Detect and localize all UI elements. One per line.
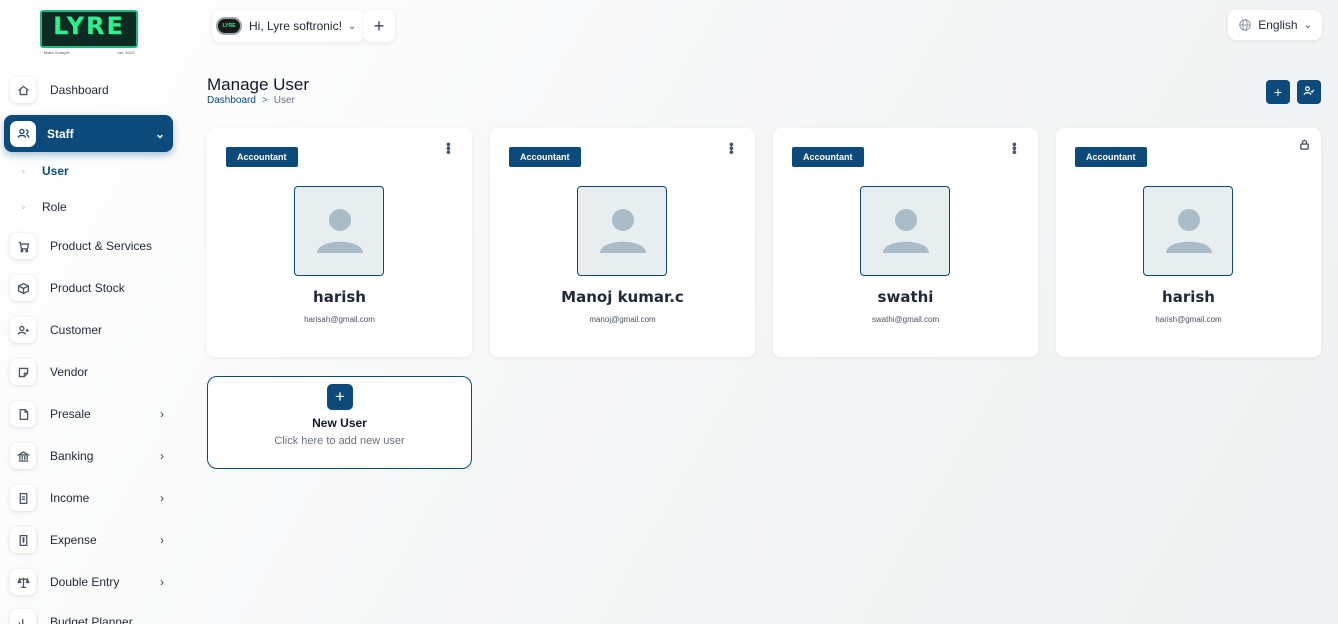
home-icon [10, 77, 36, 103]
breadcrumb-user: User [273, 95, 295, 106]
user-name: Manoj kumar.c [561, 288, 684, 306]
user-plus-icon [10, 317, 36, 343]
create-user-button[interactable]: + [1266, 80, 1290, 104]
sidebar-item-label: Staff [47, 126, 74, 141]
chart-icon [10, 609, 36, 624]
new-user-subtitle: Click here to add new user [274, 435, 405, 447]
sidebar-item-product-stock[interactable]: Product Stock [10, 271, 172, 305]
sidebar-subitem-label: User [42, 164, 69, 178]
chevron-right-icon: › [160, 491, 164, 505]
user-card: Accountant ••• Manoj kumar.c manoj@gmail… [490, 128, 755, 357]
chevron-down-icon: ⌄ [1303, 19, 1312, 31]
logo-est: est. 2024 [117, 50, 134, 55]
sidebar-subitem-user[interactable]: ◦ User [22, 161, 69, 181]
sidebar-item-label: Product Stock [50, 281, 125, 295]
chevron-down-icon: ⌄ [347, 20, 357, 32]
user-name: swathi [877, 288, 934, 306]
sidebar-item-customer[interactable]: Customer [10, 313, 172, 347]
sidebar-item-dashboard[interactable]: Dashboard [10, 73, 172, 107]
avatar-placeholder [294, 186, 384, 276]
role-badge: Accountant [509, 147, 581, 167]
bank-icon [10, 443, 36, 469]
user-email: manoj@gmail.com [589, 315, 656, 324]
breadcrumb-dashboard[interactable]: Dashboard [207, 95, 256, 106]
kebab-menu-icon[interactable]: ••• [1007, 142, 1023, 154]
quick-add-button[interactable]: + [363, 10, 395, 42]
sidebar-item-income[interactable]: Income › [10, 481, 172, 515]
plus-icon: + [1273, 84, 1283, 100]
chevron-right-icon: › [160, 575, 164, 589]
brand-logo[interactable]: LYRE Make it simple est. 2024 [40, 10, 138, 55]
sidebar: LYRE Make it simple est. 2024 Dashboard … [0, 0, 180, 624]
breadcrumb-separator: > [261, 95, 268, 106]
sidebar-item-presale[interactable]: Presale › [10, 397, 172, 431]
logo-text: LYRE [53, 12, 125, 40]
dot-icon: ◦ [22, 166, 25, 176]
avatar-placeholder [1143, 186, 1233, 276]
expense-icon [10, 527, 36, 553]
receipt-icon [10, 485, 36, 511]
sidebar-item-label: Customer [50, 323, 103, 337]
box-icon [10, 275, 36, 301]
sidebar-subitem-label: Role [42, 200, 67, 214]
logo-tagline: Make it simple [44, 50, 70, 55]
globe-icon [1238, 18, 1252, 32]
file-icon [10, 401, 36, 427]
sidebar-item-vendor[interactable]: Vendor [10, 355, 172, 389]
user-email: swathi@gmail.com [871, 315, 940, 324]
avatar: LYRE [216, 17, 242, 35]
sidebar-item-label: Product & Services [50, 239, 153, 253]
user-email: harisah@gmail.com [304, 315, 375, 324]
user-email: harish@gmail.com [1155, 315, 1222, 324]
language-select[interactable]: English ⌄ [1228, 10, 1322, 40]
note-icon [10, 359, 36, 385]
language-label: English [1258, 18, 1298, 32]
sidebar-item-label: Presale [50, 407, 91, 421]
role-badge: Accountant [226, 147, 298, 167]
chevron-right-icon: › [160, 407, 164, 421]
user-card: Accountant ••• swathi swathi@gmail.com [773, 128, 1038, 357]
sidebar-subitem-role[interactable]: ◦ Role [22, 197, 67, 217]
avatar-placeholder [860, 186, 950, 276]
sidebar-item-product-services[interactable]: Product & Services [10, 229, 172, 263]
sidebar-item-label: Banking [50, 449, 94, 463]
chevron-down-icon: ⌄ [154, 127, 165, 141]
user-name: harish [313, 288, 366, 306]
kebab-menu-icon[interactable]: ••• [724, 142, 740, 154]
new-user-card[interactable]: + New User Click here to add new user [207, 376, 472, 469]
dot-icon: ◦ [22, 202, 25, 212]
user-check-icon [1303, 84, 1315, 100]
sidebar-item-double-entry[interactable]: Double Entry › [10, 565, 172, 599]
sidebar-item-staff[interactable]: Staff ⌄ [4, 115, 173, 152]
sidebar-item-label: Budget Planner [50, 615, 133, 624]
role-badge: Accountant [1075, 147, 1147, 167]
sidebar-item-expense[interactable]: Expense › [10, 523, 172, 557]
sidebar-item-label: Income [50, 491, 90, 505]
new-user-title: New User [312, 416, 367, 430]
users-icon [10, 120, 36, 147]
greeting-text: Hi, Lyre softronic! [249, 19, 342, 33]
sidebar-item-label: Double Entry [50, 575, 120, 589]
cart-icon [10, 233, 36, 259]
sidebar-item-label: Dashboard [50, 83, 109, 97]
plus-icon: + [327, 384, 353, 410]
sidebar-item-banking[interactable]: Banking › [10, 439, 172, 473]
user-card: Accountant ••• harish harisah@gmail.com [207, 128, 472, 357]
user-card: Accountant harish harish@gmail.com [1056, 128, 1321, 357]
chevron-right-icon: › [160, 449, 164, 463]
user-menu[interactable]: LYRE Hi, Lyre softronic! ⌄ [212, 10, 365, 42]
page-title: Manage User [207, 75, 310, 94]
user-name: harish [1162, 288, 1215, 306]
kebab-menu-icon[interactable]: ••• [441, 142, 457, 154]
scale-icon [10, 569, 36, 595]
avatar-placeholder [577, 186, 667, 276]
sidebar-item-label: Vendor [50, 365, 89, 379]
breadcrumb: Dashboard > User [207, 95, 295, 106]
lock-icon[interactable] [1299, 137, 1311, 150]
sidebar-item-label: Expense [50, 533, 97, 547]
user-log-button[interactable] [1297, 80, 1321, 104]
role-badge: Accountant [792, 147, 864, 167]
sidebar-item-budget-planner[interactable]: Budget Planner [10, 605, 172, 624]
chevron-right-icon: › [160, 533, 164, 547]
